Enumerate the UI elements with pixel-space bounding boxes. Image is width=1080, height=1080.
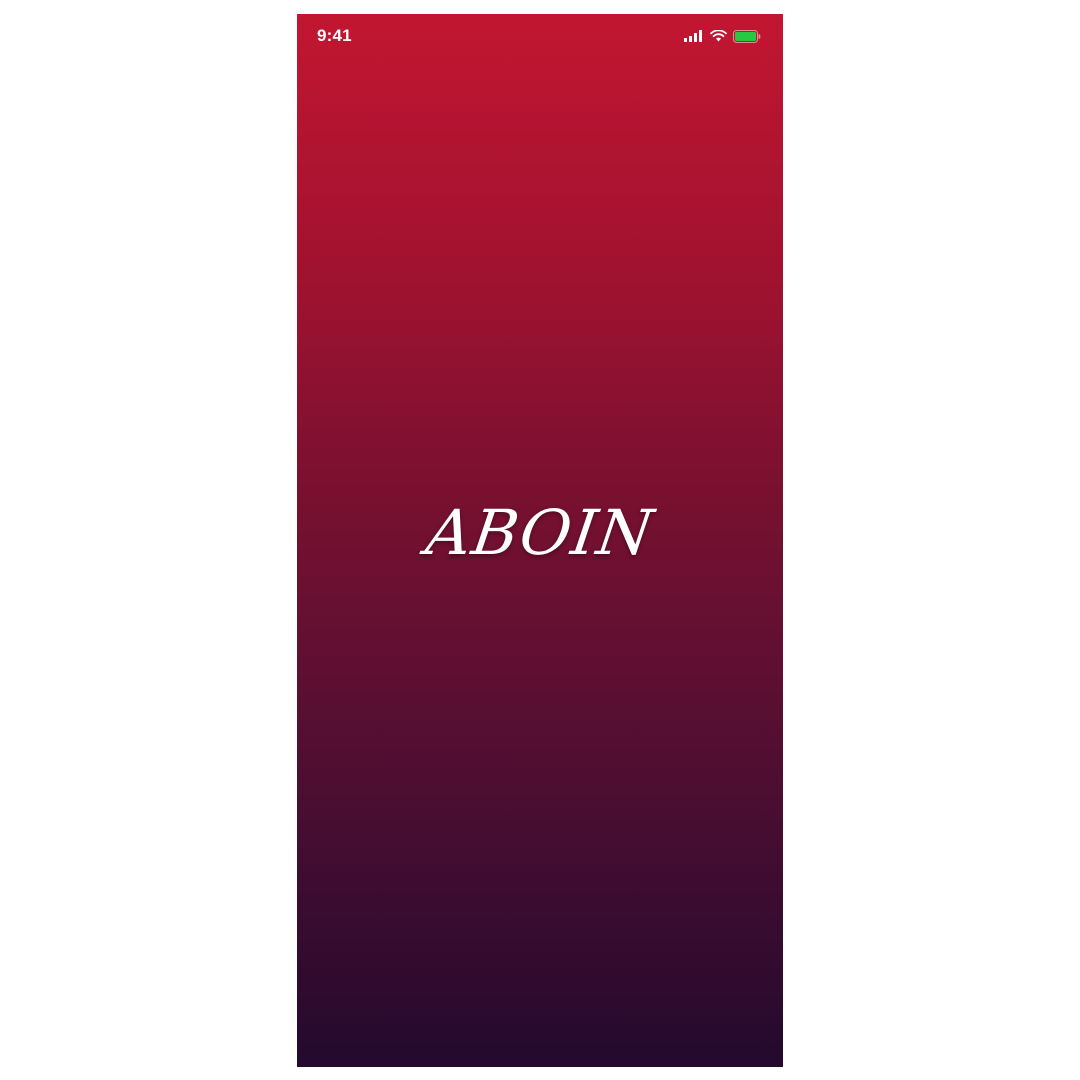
status-icons (684, 28, 761, 44)
app-logo: ABOIN (421, 496, 659, 569)
signal-icon (684, 30, 704, 42)
status-bar: 9:41 (297, 14, 783, 58)
battery-icon (733, 29, 761, 43)
wifi-icon (710, 30, 727, 42)
phone-screen: 9:41 ABOIN (297, 14, 783, 1067)
status-time: 9:41 (317, 26, 352, 45)
